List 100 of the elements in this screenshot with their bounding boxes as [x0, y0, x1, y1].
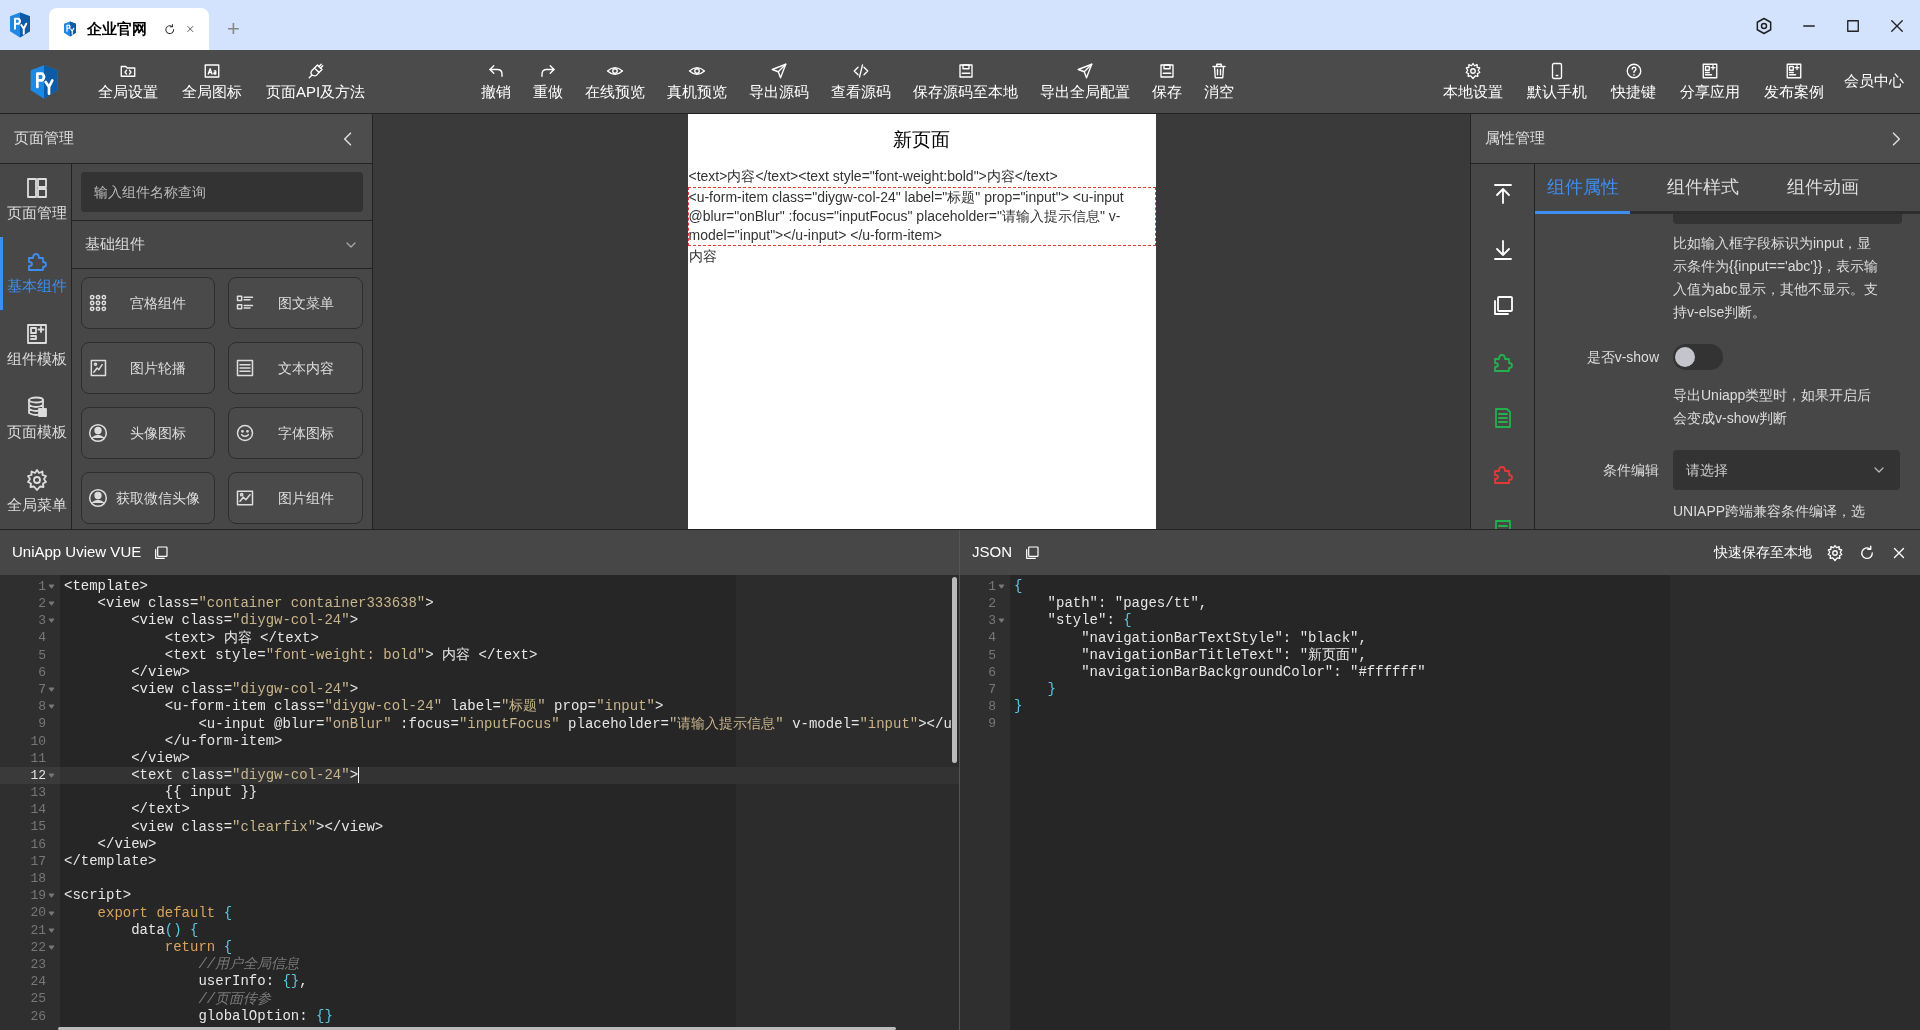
- code-line[interactable]: {{ input }}: [64, 784, 258, 801]
- fold-icon[interactable]: [47, 686, 55, 694]
- code-line[interactable]: "navigationBarBackgroundColor": "#ffffff": [1014, 663, 1426, 680]
- toolbar-button[interactable]: 在线预览: [574, 51, 656, 112]
- code-line[interactable]: <view class="diygw-col-24">: [64, 612, 359, 629]
- toolbar-button[interactable]: 查看源码: [820, 51, 902, 112]
- preview-text[interactable]: <text>内容</text><text style="font-weight:bold">内容</text>: [687, 166, 1156, 187]
- code-line[interactable]: </view>: [64, 663, 191, 680]
- toolbar-button[interactable]: 消空: [1193, 51, 1245, 112]
- code-line[interactable]: return {: [64, 938, 233, 955]
- fold-icon[interactable]: [47, 617, 55, 625]
- code-line[interactable]: "navigationBarTitleText": "新页面",: [1014, 646, 1367, 663]
- nav-item[interactable]: 页面模板: [0, 383, 71, 456]
- component-card[interactable]: 图片组件: [228, 472, 363, 524]
- fold-icon[interactable]: [47, 772, 55, 780]
- code-line[interactable]: {: [1014, 578, 1023, 594]
- component-card[interactable]: 图文菜单: [228, 277, 363, 329]
- toolbar-button[interactable]: 默认手机: [1515, 51, 1599, 112]
- toolbar-button[interactable]: 真机预览: [656, 51, 738, 112]
- preview-text[interactable]: <u-form-item class="diygw-col-24" label="标题" prop="input"> <u-input @blur="onBlur" :focus="inputFocus" placeholder="请输入提示信息" v-model="input"></u-input> </u-form-item>: [687, 187, 1156, 246]
- fold-icon[interactable]: [47, 583, 55, 591]
- code-line[interactable]: }: [1014, 698, 1023, 715]
- accordion-header[interactable]: 基础组件: [72, 221, 372, 269]
- toolbar-button[interactable]: 导出全局配置: [1029, 51, 1141, 112]
- nav-item[interactable]: 页面管理: [0, 164, 71, 237]
- code-line[interactable]: <view class="clearfix"></view>: [64, 818, 384, 835]
- fold-icon[interactable]: [47, 944, 55, 952]
- toolbar-button[interactable]: 本地设置: [1431, 51, 1515, 112]
- component-card[interactable]: 字体图标: [228, 407, 363, 459]
- input-field[interactable]: [1673, 214, 1902, 224]
- code-line[interactable]: <text> 内容 </text>: [64, 629, 319, 646]
- code-line[interactable]: </view>: [64, 749, 191, 766]
- toolbar-button[interactable]: 重做: [522, 51, 574, 112]
- component-card[interactable]: 文本内容: [228, 342, 363, 394]
- code-line[interactable]: data() {: [64, 921, 199, 938]
- toolbar-button[interactable]: 全局设置: [86, 51, 170, 112]
- toolbar-button[interactable]: 分享应用: [1668, 51, 1752, 112]
- code-line[interactable]: </u-form-item>: [64, 732, 283, 749]
- close-icon[interactable]: [1888, 17, 1906, 35]
- copy-icon[interactable]: [153, 544, 170, 561]
- code-line[interactable]: //用户全局信息: [64, 956, 300, 973]
- fold-icon[interactable]: [997, 617, 1005, 625]
- fold-icon[interactable]: [47, 926, 55, 934]
- select-field[interactable]: 请选择: [1673, 450, 1900, 490]
- scrollbar[interactable]: [952, 577, 957, 763]
- code-line[interactable]: <view class="diygw-col-24">: [64, 681, 359, 698]
- line-number: 5: [988, 646, 996, 665]
- code-line[interactable]: }: [1014, 681, 1056, 698]
- line-number: 16: [30, 835, 46, 854]
- maximize-icon[interactable]: [1844, 17, 1862, 35]
- code-line[interactable]: <template>: [64, 578, 148, 594]
- fold-icon[interactable]: [997, 583, 1005, 591]
- code-line[interactable]: <script>: [64, 887, 132, 904]
- code-line[interactable]: </text>: [64, 801, 191, 818]
- line-number: 7: [38, 680, 46, 699]
- member-center-link[interactable]: 会员中心: [1836, 51, 1912, 112]
- code-line[interactable]: "path": "pages/tt",: [1014, 595, 1208, 612]
- code-line[interactable]: <view class="container container333638">: [64, 595, 434, 612]
- refresh-icon[interactable]: [1858, 543, 1876, 562]
- scrollbar[interactable]: [58, 1027, 896, 1030]
- component-card[interactable]: 头像图标: [81, 407, 215, 459]
- component-card[interactable]: 宫格组件: [81, 277, 215, 329]
- nav-item[interactable]: 全局菜单: [0, 456, 71, 529]
- fold-icon[interactable]: [47, 703, 55, 711]
- fold-icon[interactable]: [47, 909, 55, 917]
- toggle-switch[interactable]: [1673, 344, 1723, 370]
- property-tab[interactable]: 组件动画: [1775, 164, 1870, 214]
- browser-tab[interactable]: 企业官网: [49, 8, 209, 50]
- code-line[interactable]: <text style="font-weight: bold"> 内容 </text>: [64, 646, 538, 663]
- code-line[interactable]: //页面传参: [64, 990, 272, 1007]
- toolbar-button[interactable]: 页面API及方法: [254, 51, 378, 112]
- code-line[interactable]: <u-input @blur="onBlur" :focus="inputFocus" placeholder="请输入提示信息" v-model="input"></u: [64, 715, 952, 732]
- copy-icon[interactable]: [1024, 544, 1040, 561]
- fold-icon[interactable]: [47, 892, 55, 900]
- save-local-button[interactable]: 快速保存至本地: [1714, 542, 1812, 563]
- fold-icon[interactable]: [47, 600, 55, 608]
- search-field[interactable]: 输入组件名称查询: [81, 172, 363, 212]
- toolbar-button[interactable]: 发布案例: [1752, 51, 1836, 112]
- code-line[interactable]: globalOption: {}: [64, 1007, 333, 1024]
- code-line[interactable]: </view>: [64, 835, 157, 852]
- nav-item[interactable]: 组件模板: [0, 310, 71, 383]
- code-line[interactable]: userInfo: {},: [64, 973, 308, 990]
- settings-icon[interactable]: [1826, 543, 1844, 562]
- toolbar-button[interactable]: 快捷键: [1599, 51, 1668, 112]
- toolbar-button[interactable]: 全局图标: [170, 51, 254, 112]
- refresh-icon[interactable]: [162, 21, 177, 37]
- property-tab[interactable]: 组件样式: [1655, 164, 1750, 214]
- code-line[interactable]: <u-form-item class="diygw-col-24" label="标题" prop="input">: [64, 698, 664, 715]
- code-line[interactable]: "style": {: [1014, 612, 1132, 629]
- settings-icon[interactable]: [1754, 16, 1774, 36]
- toolbar-button[interactable]: 导出源码: [738, 51, 820, 112]
- toolbar-button[interactable]: 保存: [1141, 51, 1193, 112]
- toolbar-button[interactable]: 撤销: [470, 51, 522, 112]
- code-line[interactable]: export default {: [64, 904, 233, 921]
- code-line[interactable]: </template>: [64, 853, 157, 869]
- toolbar-button[interactable]: 保存源码至本地: [902, 51, 1029, 112]
- code-line[interactable]: "navigationBarTextStyle": "black",: [1014, 629, 1367, 646]
- component-card[interactable]: 图片轮播: [81, 342, 215, 394]
- preview-text[interactable]: 内容: [687, 246, 1156, 267]
- component-card[interactable]: 获取微信头像: [81, 472, 215, 524]
